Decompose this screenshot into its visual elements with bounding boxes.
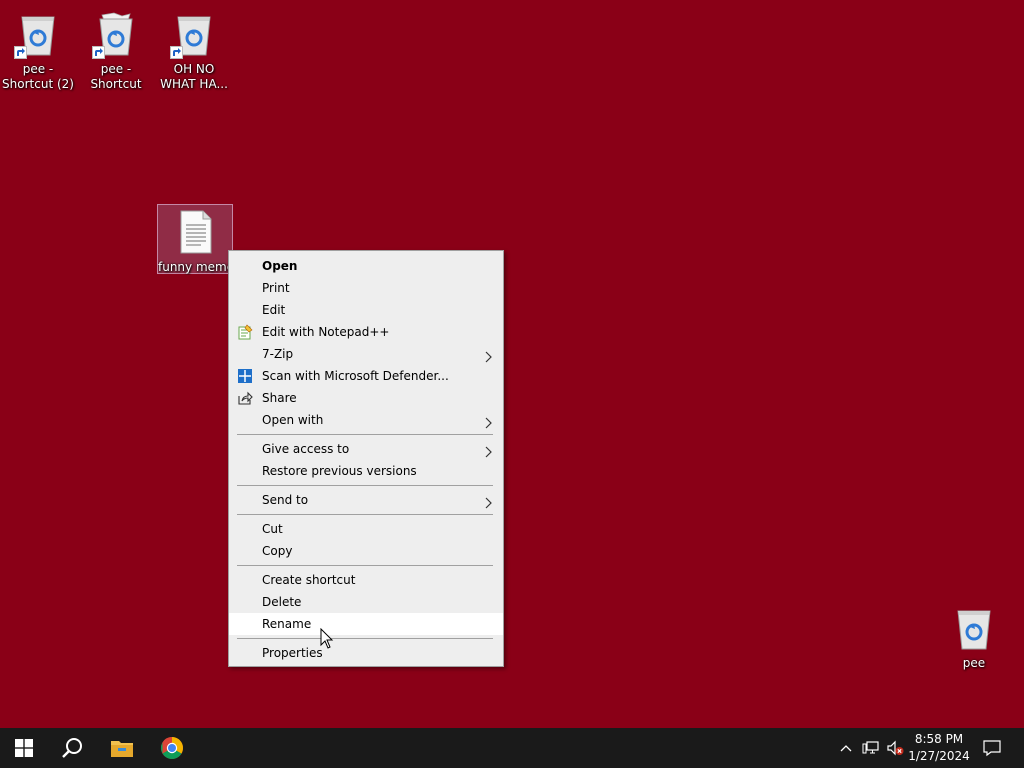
- chevron-right-icon: [485, 494, 493, 509]
- menu-item-label: Properties: [262, 646, 323, 660]
- menu-item-rename[interactable]: Rename: [229, 613, 503, 635]
- windows-logo-icon: [15, 739, 33, 757]
- desktop-icon-pee-shortcut-2[interactable]: pee - Shortcut (2): [0, 6, 76, 93]
- desktop[interactable]: pee - Shortcut (2) pee - Shortcut OH NO …: [0, 0, 1024, 728]
- shortcut-arrow-icon: [170, 46, 183, 59]
- share-icon: [237, 390, 253, 406]
- menu-item-edit-notepadpp[interactable]: Edit with Notepad++: [229, 321, 503, 343]
- recycle-bin-icon: [14, 11, 62, 59]
- menu-separator: [237, 485, 493, 486]
- menu-item-label: Scan with Microsoft Defender...: [262, 369, 449, 383]
- show-hidden-icons-chevron-up-icon[interactable]: [838, 740, 854, 756]
- chevron-right-icon: [485, 414, 493, 429]
- taskbar-clock[interactable]: 8:58 PM 1/27/2024: [903, 731, 975, 765]
- menu-item-label: Restore previous versions: [262, 464, 417, 478]
- menu-separator: [237, 638, 493, 639]
- chrome-icon: [161, 737, 183, 759]
- recycle-bin-icon: [170, 11, 218, 59]
- menu-item-label: Open with: [262, 413, 324, 427]
- menu-item-send-to[interactable]: Send to: [229, 489, 503, 511]
- desktop-icon-label: funny meme: [158, 260, 232, 274]
- desktop-icon-label: pee - Shortcut: [90, 62, 142, 91]
- menu-item-create-shortcut[interactable]: Create shortcut: [229, 569, 503, 591]
- notification-center-icon[interactable]: [983, 739, 1001, 757]
- start-button[interactable]: [0, 728, 48, 768]
- defender-shield-icon: [237, 368, 253, 384]
- desktop-icon-pee-shortcut[interactable]: pee - Shortcut: [78, 6, 154, 93]
- chevron-right-icon: [485, 348, 493, 363]
- recycle-bin-full-icon: [92, 11, 140, 59]
- taskbar: 8:58 PM 1/27/2024: [0, 728, 1024, 768]
- menu-item-label: Copy: [262, 544, 293, 558]
- text-file-icon: [171, 209, 219, 257]
- menu-item-label: Delete: [262, 595, 302, 609]
- menu-item-label: Send to: [262, 493, 309, 507]
- shortcut-arrow-icon: [92, 46, 105, 59]
- desktop-icon-pee[interactable]: pee: [936, 600, 1012, 672]
- chevron-right-icon: [485, 443, 493, 458]
- menu-item-print[interactable]: Print: [229, 277, 503, 299]
- menu-item-restore-versions[interactable]: Restore previous versions: [229, 460, 503, 482]
- menu-item-cut[interactable]: Cut: [229, 518, 503, 540]
- menu-item-7zip[interactable]: 7-Zip: [229, 343, 503, 365]
- menu-item-label: 7-Zip: [262, 347, 294, 361]
- search-button[interactable]: [48, 728, 96, 768]
- menu-item-label: Open: [262, 259, 298, 273]
- menu-separator: [237, 565, 493, 566]
- menu-item-label: Edit with Notepad++: [262, 325, 390, 339]
- mouse-cursor-icon: [320, 627, 334, 650]
- menu-separator: [237, 434, 493, 435]
- desktop-icon-funny-meme[interactable]: funny meme: [157, 204, 233, 274]
- network-icon[interactable]: [862, 740, 879, 756]
- shortcut-arrow-icon: [14, 46, 27, 59]
- menu-item-label: Edit: [262, 303, 286, 317]
- menu-item-copy[interactable]: Copy: [229, 540, 503, 562]
- volume-muted-icon[interactable]: [886, 740, 904, 756]
- menu-item-delete[interactable]: Delete: [229, 591, 503, 613]
- context-menu: Open Print Edit Edit with Notepad++ 7-Zi…: [228, 250, 504, 667]
- menu-item-share[interactable]: Share: [229, 387, 503, 409]
- menu-item-label: Print: [262, 281, 290, 295]
- menu-item-open-with[interactable]: Open with: [229, 409, 503, 431]
- menu-item-label: Create shortcut: [262, 573, 356, 587]
- menu-item-scan-defender[interactable]: Scan with Microsoft Defender...: [229, 365, 503, 387]
- menu-item-label: Cut: [262, 522, 283, 536]
- menu-item-label: Give access to: [262, 442, 350, 456]
- desktop-icon-label: OH NO WHAT HA...: [160, 62, 228, 91]
- menu-separator: [237, 514, 493, 515]
- clock-date: 1/27/2024: [908, 749, 970, 763]
- recycle-bin-icon: [950, 605, 998, 653]
- menu-item-edit[interactable]: Edit: [229, 299, 503, 321]
- file-explorer-button[interactable]: [98, 728, 146, 768]
- menu-item-give-access[interactable]: Give access to: [229, 438, 503, 460]
- desktop-icon-label: pee: [962, 656, 986, 670]
- search-icon: [62, 738, 82, 758]
- desktop-icon-label: pee - Shortcut (2): [2, 62, 74, 91]
- menu-item-label: Share: [262, 391, 297, 405]
- menu-item-open[interactable]: Open: [229, 255, 503, 277]
- chrome-button[interactable]: [148, 728, 196, 768]
- clock-time: 8:58 PM: [914, 732, 964, 746]
- folder-icon: [111, 741, 133, 757]
- notepadpp-icon: [237, 324, 253, 340]
- desktop-icon-oh-no[interactable]: OH NO WHAT HA...: [156, 6, 232, 93]
- menu-item-label: Rename: [262, 617, 312, 631]
- menu-item-properties[interactable]: Properties: [229, 642, 503, 664]
